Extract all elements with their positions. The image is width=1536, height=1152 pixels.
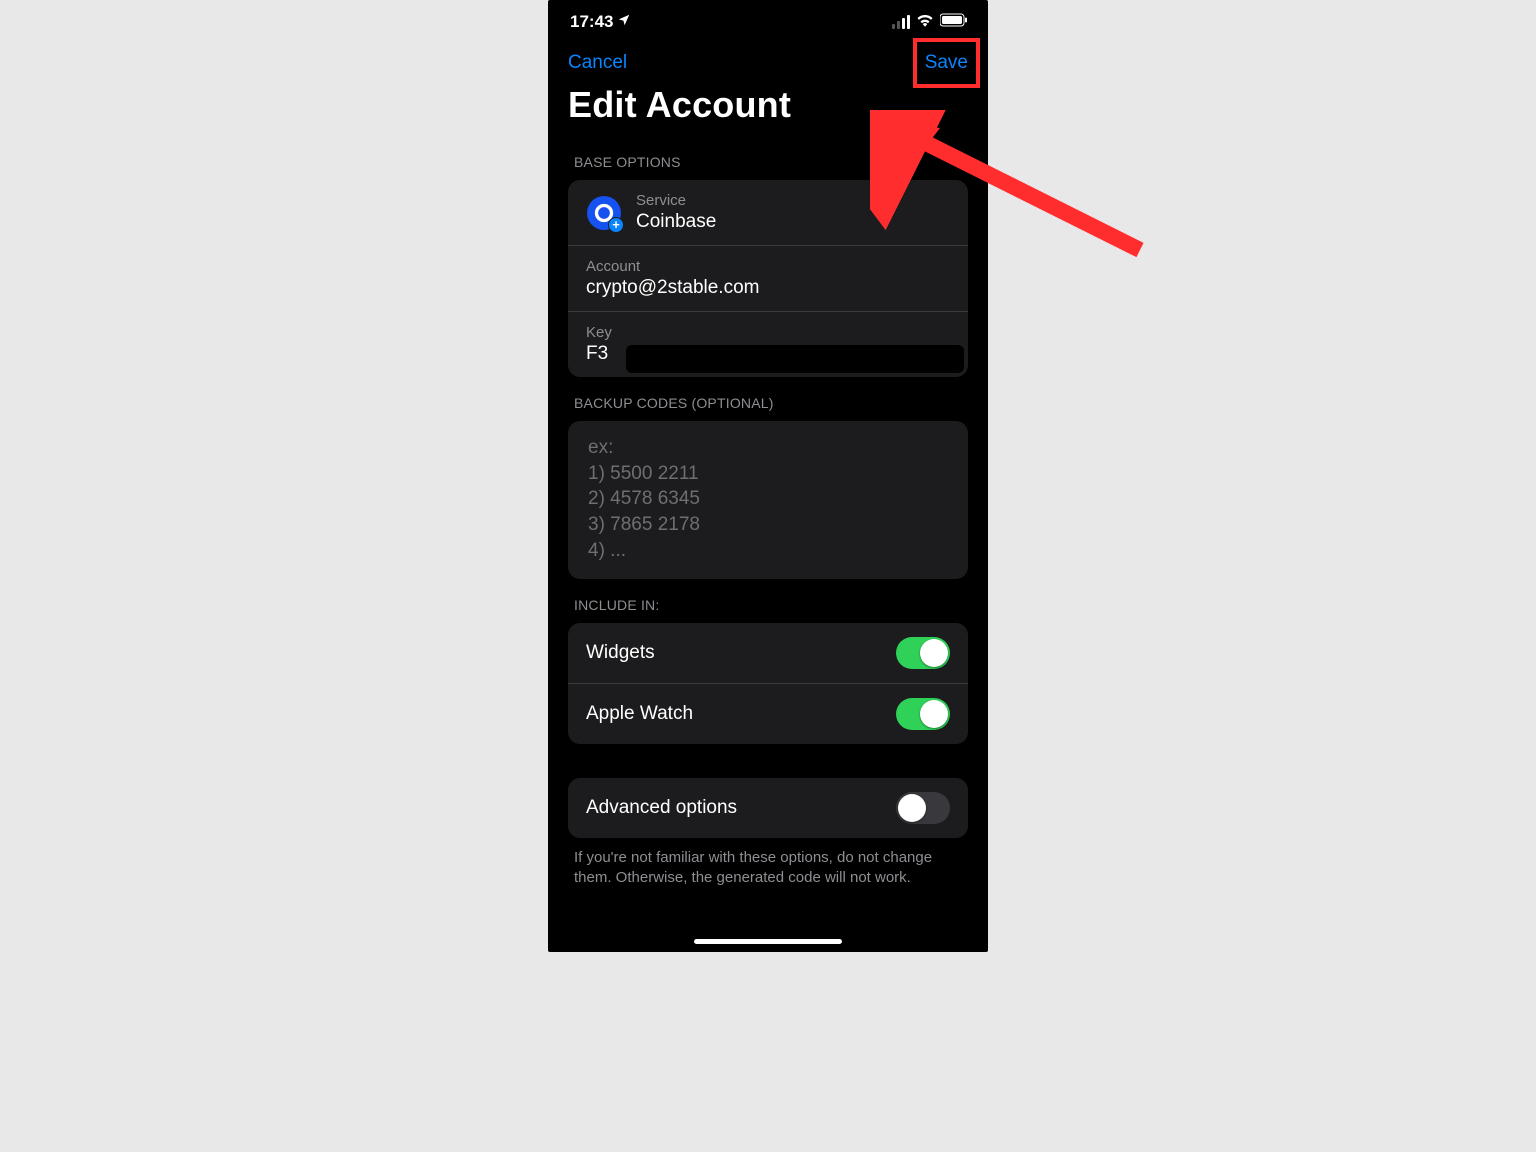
advanced-row: Advanced options [568, 778, 968, 838]
widgets-toggle[interactable] [896, 637, 950, 669]
wifi-icon [916, 12, 934, 32]
advanced-footer-text: If you're not familiar with these option… [548, 838, 988, 889]
key-redaction [626, 345, 964, 373]
cancel-button[interactable]: Cancel [568, 52, 627, 74]
include-in-card: Widgets Apple Watch [568, 623, 968, 744]
section-header-include-in: INCLUDE IN: [548, 579, 988, 619]
backup-codes-field[interactable]: ex: 1) 5500 2211 2) 4578 6345 3) 7865 21… [568, 421, 968, 579]
key-label: Key [586, 324, 950, 341]
backup-codes-placeholder: ex: 1) 5500 2211 2) 4578 6345 3) 7865 21… [588, 435, 948, 563]
widgets-row: Widgets [568, 623, 968, 684]
key-row[interactable]: Key F3 [568, 312, 968, 377]
base-options-card: + Service Coinbase Account crypto@2stabl… [568, 180, 968, 377]
section-header-base-options: BASE OPTIONS [548, 136, 988, 176]
phone-screen: 17:43 Cancel Save Edit Account BASE OPTI… [548, 0, 988, 952]
advanced-card: Advanced options [568, 778, 968, 838]
account-value: crypto@2stable.com [586, 277, 950, 299]
section-header-backup: BACKUP CODES (OPTIONAL) [548, 377, 988, 417]
status-time: 17:43 [570, 12, 613, 32]
service-row[interactable]: + Service Coinbase [568, 180, 968, 246]
plus-badge-icon: + [608, 217, 624, 233]
advanced-label: Advanced options [586, 797, 737, 819]
account-row[interactable]: Account crypto@2stable.com [568, 246, 968, 312]
battery-icon [940, 12, 968, 32]
home-indicator[interactable] [694, 939, 842, 944]
apple-watch-row: Apple Watch [568, 684, 968, 744]
save-button-highlight: Save [913, 38, 980, 88]
advanced-toggle[interactable] [896, 792, 950, 824]
service-label: Service [636, 192, 950, 209]
service-value: Coinbase [636, 211, 950, 233]
apple-watch-toggle[interactable] [896, 698, 950, 730]
save-button[interactable]: Save [925, 52, 968, 74]
widgets-label: Widgets [586, 642, 655, 664]
account-label: Account [586, 258, 950, 275]
location-icon [617, 12, 631, 32]
service-icon: + [586, 195, 622, 231]
nav-bar: Cancel Save [548, 44, 988, 78]
apple-watch-label: Apple Watch [586, 703, 693, 725]
cellular-signal-icon [892, 15, 910, 29]
